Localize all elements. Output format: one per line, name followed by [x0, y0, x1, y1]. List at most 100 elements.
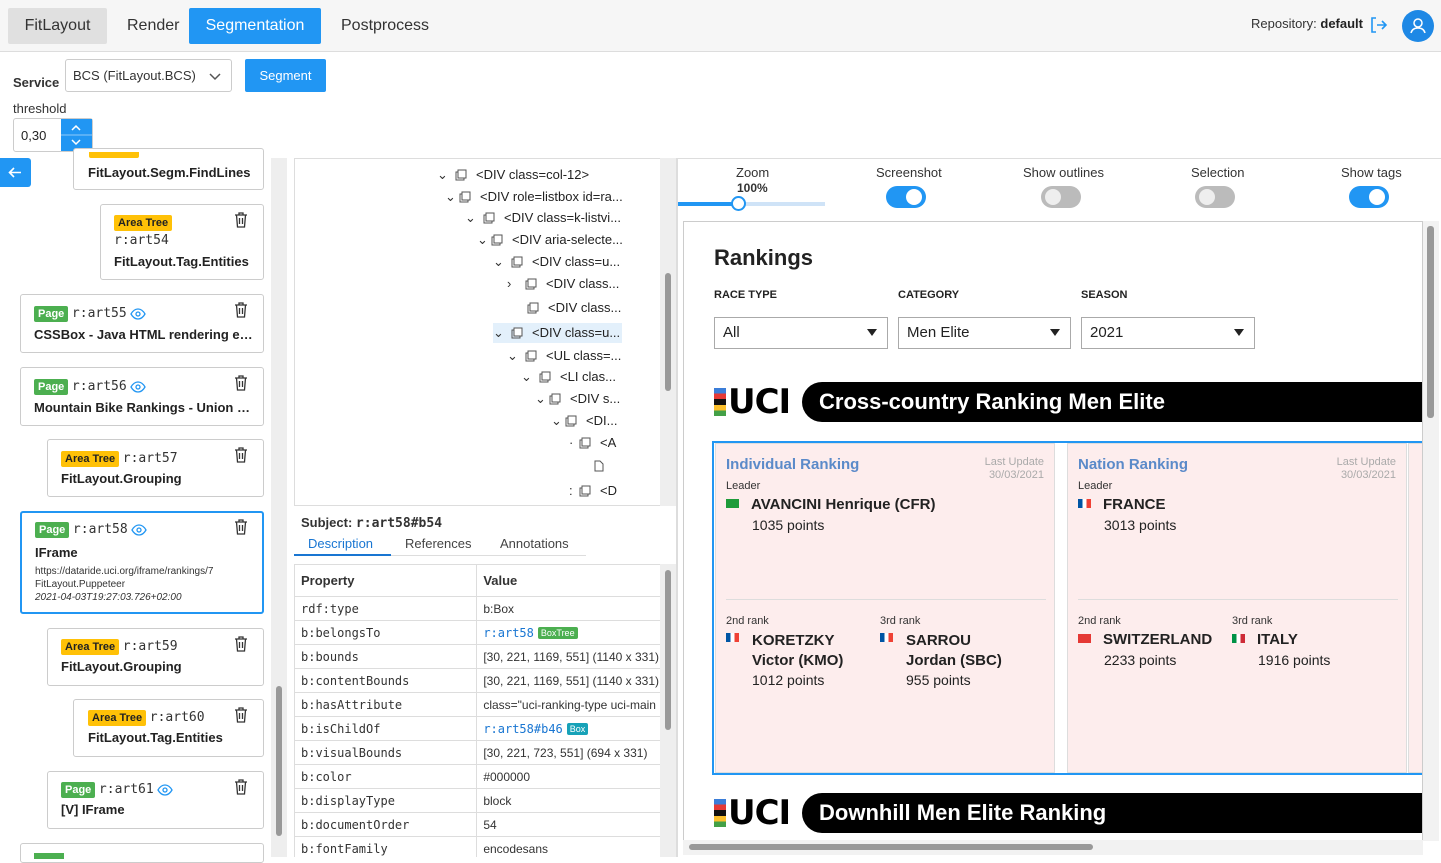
nav-segmentation[interactable]: Segmentation — [189, 8, 321, 44]
chevron-down-icon: · — [569, 435, 574, 450]
brand-button[interactable]: FitLayout — [8, 8, 107, 44]
artifact-card-art61[interactable]: Page r:art61 [V] IFrame — [47, 771, 264, 829]
property-value[interactable]: r:art58 BoxTree — [476, 620, 660, 645]
trash-icon[interactable] — [234, 212, 248, 228]
property-link[interactable]: r:art58 — [483, 626, 534, 640]
copy-icon — [565, 415, 577, 427]
trash-icon[interactable] — [234, 707, 248, 723]
artifact-card-art57[interactable]: Area Tree r:art57 FitLayout.Grouping — [47, 439, 264, 497]
panel-divider[interactable] — [676, 158, 678, 857]
tree-node[interactable]: › <DIV class... — [507, 275, 619, 293]
artifact-card-art59[interactable]: Area Tree r:art59 FitLayout.Grouping — [47, 628, 264, 686]
page-preview[interactable]: Rankings RACE TYPE All CATEGORY Men Elit… — [683, 221, 1423, 855]
service-select[interactable]: BCS (FitLayout.BCS) — [65, 59, 232, 92]
copy-icon — [511, 256, 523, 268]
race-type-select[interactable]: All — [714, 317, 888, 349]
area-tree-badge: Area Tree — [61, 639, 120, 655]
tags-toggle[interactable] — [1349, 186, 1389, 208]
screenshot-toggle[interactable] — [886, 186, 926, 208]
eye-icon[interactable] — [157, 783, 174, 796]
nav-render[interactable]: Render — [111, 8, 195, 44]
tree-node[interactable]: : <D — [569, 482, 617, 500]
rank3-points: 1916 points — [1258, 652, 1331, 668]
tags-label: Show tags — [1341, 165, 1402, 180]
tree-node[interactable]: ⌄ <LI clas... — [521, 368, 616, 386]
tree-node[interactable]: · <A — [569, 434, 616, 452]
tree-node[interactable]: ⌄ <DIV class=k-listvi... — [465, 209, 621, 227]
selection-toggle[interactable] — [1195, 186, 1235, 208]
tab-annotations[interactable]: Annotations — [500, 536, 569, 551]
tree-node[interactable]: ⌄ <DIV class=col-12> — [437, 166, 589, 184]
preview-scrollbar-h[interactable] — [683, 840, 1423, 855]
trash-icon[interactable] — [234, 636, 248, 652]
trash-icon[interactable] — [234, 375, 248, 391]
trash-icon[interactable] — [234, 779, 248, 795]
property-value: [30, 221, 723, 551] (694 x 331) — [476, 740, 660, 765]
artifact-card-art55[interactable]: Page r:art55 CSSBox - Java HTML renderin… — [20, 294, 264, 353]
property-value: class="uci-ranking-type uci-main — [476, 692, 660, 717]
rank2-name: KORETZKY Victor (KMO) — [752, 632, 844, 669]
zoom-slider-fill — [678, 202, 738, 206]
property-row: b:bounds [30, 221, 1169, 551] (1140 x 331… — [294, 644, 660, 669]
trash-icon[interactable] — [234, 447, 248, 463]
tab-references[interactable]: References — [405, 536, 471, 551]
artifact-card-art58[interactable]: Page r:art58 IFrame https://dataride.uci… — [20, 511, 264, 614]
tree-node[interactable]: ⌄ <DIV role=listbox id=ra... — [445, 188, 623, 206]
copy-icon — [525, 278, 537, 290]
badge-fragment — [34, 853, 64, 859]
tree-node[interactable]: ⌄ <UL class=... — [507, 347, 621, 365]
zoom-slider[interactable] — [678, 196, 825, 211]
individual-ranking-card[interactable]: Individual Ranking Last Update 30/03/2021… — [715, 443, 1055, 773]
tab-description[interactable]: Description — [308, 536, 373, 551]
property-row: b:color #000000 — [294, 764, 660, 789]
season-select[interactable]: 2021 — [1081, 317, 1255, 349]
artifact-date: 2021-04-03T19:27:03.726+02:00 — [35, 592, 182, 603]
artifact-card-art54[interactable]: Area Tree r:art54 FitLayout.Tag.Entities — [100, 204, 264, 280]
artifact-card-partial[interactable] — [20, 843, 264, 863]
trash-icon[interactable] — [234, 302, 248, 318]
segment-button[interactable]: Segment — [245, 59, 326, 92]
property-row: b:belongsTo r:art58 BoxTree — [294, 620, 660, 645]
property-value[interactable]: r:art58#b46 Box — [476, 716, 660, 741]
trash-icon[interactable] — [234, 519, 248, 535]
rank2-points: 1012 points — [752, 672, 825, 688]
artifact-card-art60[interactable]: Area Tree r:art60 FitLayout.Tag.Entities — [73, 699, 264, 757]
preview-scrollbar-v[interactable] — [1423, 221, 1439, 841]
eye-icon[interactable] — [130, 307, 147, 320]
property-value: [30, 221, 1169, 551] (1140 x 331) — [476, 668, 660, 693]
tree-node[interactable]: ⌄ <DIV class=u... — [493, 253, 620, 271]
tree-node-selected[interactable]: ⌄ <DIV class=u... — [493, 323, 623, 343]
screenshot-label: Screenshot — [876, 165, 942, 180]
chevron-down-icon: ⌄ — [535, 391, 546, 406]
threshold-spinner[interactable]: 0,30 — [13, 118, 93, 152]
nation-ranking-card[interactable]: Nation Ranking Last Update 30/03/2021 Lea… — [1067, 443, 1407, 773]
box-tree: ⌄ <DIV class=col-12> ⌄ <DIV role=listbox i… — [294, 158, 666, 506]
artifact-url: https://dataride.uci.org/iframe/rankings… — [35, 566, 214, 577]
eye-icon[interactable] — [131, 523, 148, 536]
property-link[interactable]: r:art58#b46 — [483, 722, 562, 736]
logout-icon[interactable] — [1368, 14, 1388, 36]
artifact-title: FitLayout.Tag.Entities — [114, 254, 249, 269]
brazil-flag-icon — [726, 499, 739, 508]
property-value: #000000 — [476, 764, 660, 789]
collapse-panel-button[interactable] — [0, 158, 31, 187]
outlines-toggle[interactable] — [1041, 186, 1081, 208]
tree-node[interactable]: ⌄ <DIV s... — [535, 390, 620, 408]
category-select[interactable]: Men Elite — [898, 317, 1071, 349]
properties-scrollbar[interactable] — [660, 564, 676, 857]
user-avatar[interactable] — [1402, 10, 1434, 42]
zoom-slider-thumb[interactable] — [730, 196, 746, 211]
spinner-arrows-icon[interactable] — [61, 119, 92, 151]
copy-icon — [549, 393, 561, 405]
tree-node[interactable]: ⌄ <DIV aria-selecte... — [477, 231, 623, 249]
tree-scrollbar[interactable] — [660, 158, 676, 506]
artifact-list-scrollbar[interactable] — [271, 158, 287, 857]
artifact-card-art56[interactable]: Page r:art56 Mountain Bike Rankings - Un… — [20, 367, 264, 426]
tree-node[interactable]: <DIV class... — [527, 299, 621, 317]
eye-icon[interactable] — [130, 380, 147, 393]
ranking-title: Individual Ranking — [726, 456, 860, 473]
nav-postprocess[interactable]: Postprocess — [325, 8, 445, 44]
tree-node[interactable] — [593, 457, 614, 475]
tree-node[interactable]: ⌄ <DI... — [551, 412, 617, 430]
property-name: b:documentOrder — [294, 812, 478, 837]
